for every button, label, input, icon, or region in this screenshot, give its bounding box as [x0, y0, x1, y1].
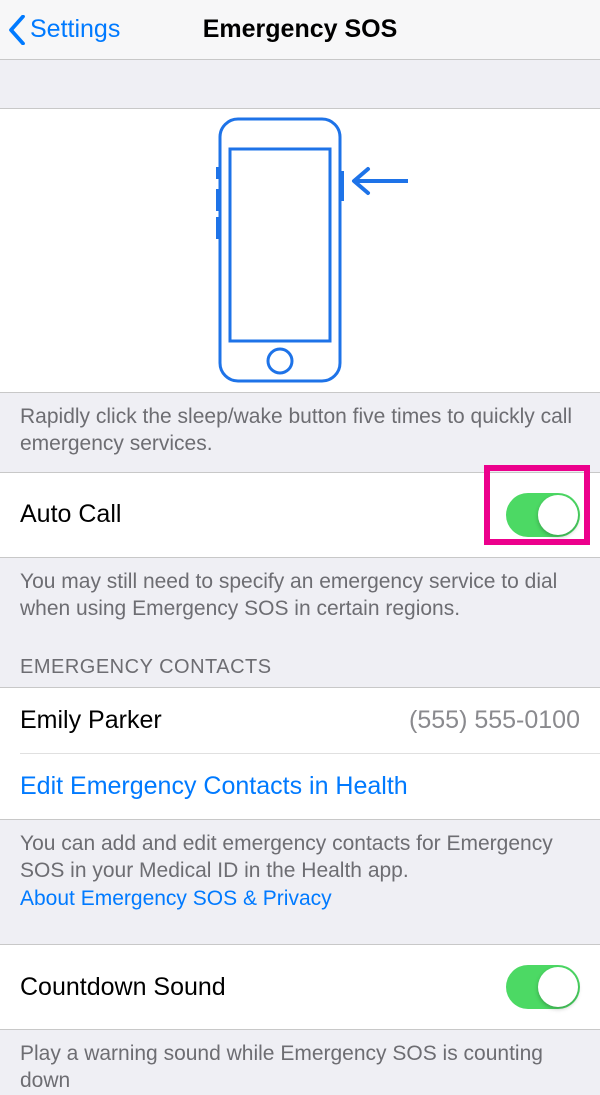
about-sos-privacy-link[interactable]: About Emergency SOS & Privacy: [20, 887, 332, 910]
auto-call-footer: You may still need to specify an emergen…: [0, 558, 600, 637]
contacts-footer: You can add and edit emergency contacts …: [0, 820, 600, 926]
sos-illustration-panel: [0, 108, 600, 393]
contact-name: Emily Parker: [20, 706, 162, 735]
contacts-group: Emily Parker (555) 555-0100 Edit Emergen…: [0, 687, 600, 819]
contact-row[interactable]: Emily Parker (555) 555-0100: [0, 688, 600, 753]
page-title: Emergency SOS: [203, 15, 398, 44]
countdown-sound-row: Countdown Sound: [0, 944, 600, 1030]
chevron-left-icon: [8, 15, 26, 45]
back-button[interactable]: Settings: [8, 0, 120, 59]
back-label: Settings: [30, 15, 120, 44]
phone-power-icon: [170, 111, 430, 391]
edit-contacts-link[interactable]: Edit Emergency Contacts in Health: [0, 754, 600, 819]
auto-call-label: Auto Call: [20, 500, 121, 529]
auto-call-toggle[interactable]: [506, 493, 580, 537]
countdown-sound-label: Countdown Sound: [20, 973, 226, 1002]
countdown-sound-toggle[interactable]: [506, 965, 580, 1009]
contacts-header: EMERGENCY CONTACTS: [0, 636, 600, 687]
navigation-bar: Settings Emergency SOS: [0, 0, 600, 60]
illustration-footer: Rapidly click the sleep/wake button five…: [0, 393, 600, 472]
contact-phone: (555) 555-0100: [409, 706, 580, 735]
countdown-sound-footer: Play a warning sound while Emergency SOS…: [0, 1030, 600, 1095]
contacts-footer-text: You can add and edit emergency contacts …: [20, 832, 553, 882]
auto-call-row: Auto Call: [0, 472, 600, 558]
